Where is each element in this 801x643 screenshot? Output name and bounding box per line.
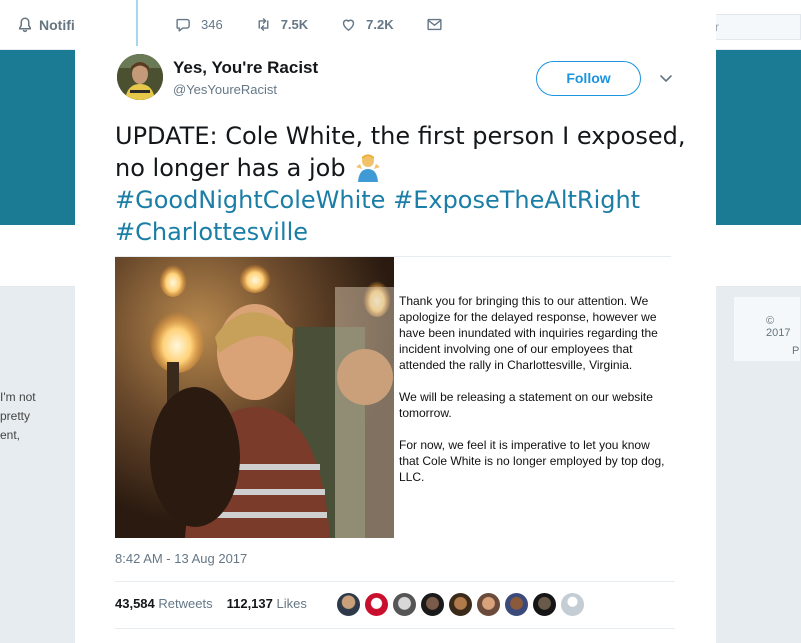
like-action[interactable]: 7.2K xyxy=(340,16,394,33)
liker-avatar[interactable] xyxy=(476,592,501,617)
right-card-text: P xyxy=(792,345,800,357)
thread-connector xyxy=(136,0,138,46)
hashtag-link[interactable]: #ExposeTheAltRight xyxy=(393,186,640,214)
notifications-label: Notifi xyxy=(39,17,75,33)
author-avatar[interactable] xyxy=(117,54,163,100)
heart-icon xyxy=(343,19,355,31)
notifications-nav[interactable]: Notifi xyxy=(16,16,75,34)
liker-avatar[interactable] xyxy=(336,592,361,617)
liker-avatar[interactable] xyxy=(392,592,417,617)
liker-avatar[interactable] xyxy=(420,592,445,617)
retweet-count: 7.5K xyxy=(280,17,309,32)
background-left-text: I'm not pretty ent, xyxy=(0,388,70,445)
left-text-line: I'm not xyxy=(0,390,36,404)
bell-icon xyxy=(19,17,31,33)
rally-photo xyxy=(115,257,394,538)
attached-photo[interactable] xyxy=(115,257,394,538)
like-count: 7.2K xyxy=(366,17,394,32)
divider xyxy=(115,581,675,582)
tweet-media[interactable]: Thank you for bringing this to our atten… xyxy=(115,256,671,538)
statement-paragraph: We will be releasing a statement on our … xyxy=(399,390,653,420)
copyright-text: © 2017 xyxy=(766,315,791,339)
liker-avatars xyxy=(336,592,585,617)
author-name[interactable]: Yes, You're Racist xyxy=(173,58,318,78)
divider xyxy=(115,628,675,629)
retweet-icon xyxy=(258,18,269,31)
avatar-image xyxy=(117,54,163,100)
reply-count: 346 xyxy=(201,17,223,32)
left-text-line: pretty xyxy=(0,409,31,423)
tweet-text: UPDATE: Cole White, the first person I e… xyxy=(115,120,695,248)
reply-action[interactable]: 346 xyxy=(175,16,223,33)
retweet-action[interactable]: 7.5K xyxy=(255,16,308,33)
likes-label: Likes xyxy=(276,596,307,611)
hashtag-link[interactable]: #Charlottesville xyxy=(115,218,308,246)
liker-avatar[interactable] xyxy=(364,592,389,617)
message-action[interactable] xyxy=(426,16,452,33)
retweets-label: Retweets xyxy=(158,596,213,611)
liker-avatar[interactable] xyxy=(504,592,529,617)
shrug-emoji-icon xyxy=(356,154,381,182)
tweet-modal: 346 7.5K 7.2K Yes, You're Racist @YesYou… xyxy=(75,0,716,643)
retweets-count: 43,584 xyxy=(115,596,155,611)
statement-paragraph: For now, we feel it is imperative to let… xyxy=(399,438,665,484)
hashtag-link[interactable]: #GoodNightColeWhite xyxy=(115,186,385,214)
follow-button[interactable]: Follow xyxy=(536,61,641,96)
tweet-body: UPDATE: Cole White, the first person I e… xyxy=(115,122,686,182)
author-handle[interactable]: @YesYoureRacist xyxy=(173,82,277,97)
statement-paragraph: Thank you for bringing this to our atten… xyxy=(399,294,658,372)
previous-tweet-actions: 346 7.5K 7.2K xyxy=(175,16,484,33)
attached-statement: Thank you for bringing this to our atten… xyxy=(399,293,671,501)
retweets-stat[interactable]: 43,584 Retweets xyxy=(115,596,213,611)
tweet-stats: 43,584 Retweets 112,137 Likes xyxy=(115,596,307,611)
left-text-line: ent, xyxy=(0,428,21,442)
likes-stat[interactable]: 112,137 Likes xyxy=(227,596,307,611)
mail-icon xyxy=(427,18,442,31)
chevron-down-icon[interactable] xyxy=(658,70,674,86)
likes-count: 112,137 xyxy=(226,596,273,611)
tweet-timestamp[interactable]: 8:42 AM - 13 Aug 2017 xyxy=(115,551,247,566)
liker-avatar[interactable] xyxy=(560,592,585,617)
liker-avatar[interactable] xyxy=(532,592,557,617)
liker-avatar[interactable] xyxy=(448,592,473,617)
background-right-card: © 2017 P xyxy=(733,296,801,362)
reply-icon xyxy=(176,18,190,32)
